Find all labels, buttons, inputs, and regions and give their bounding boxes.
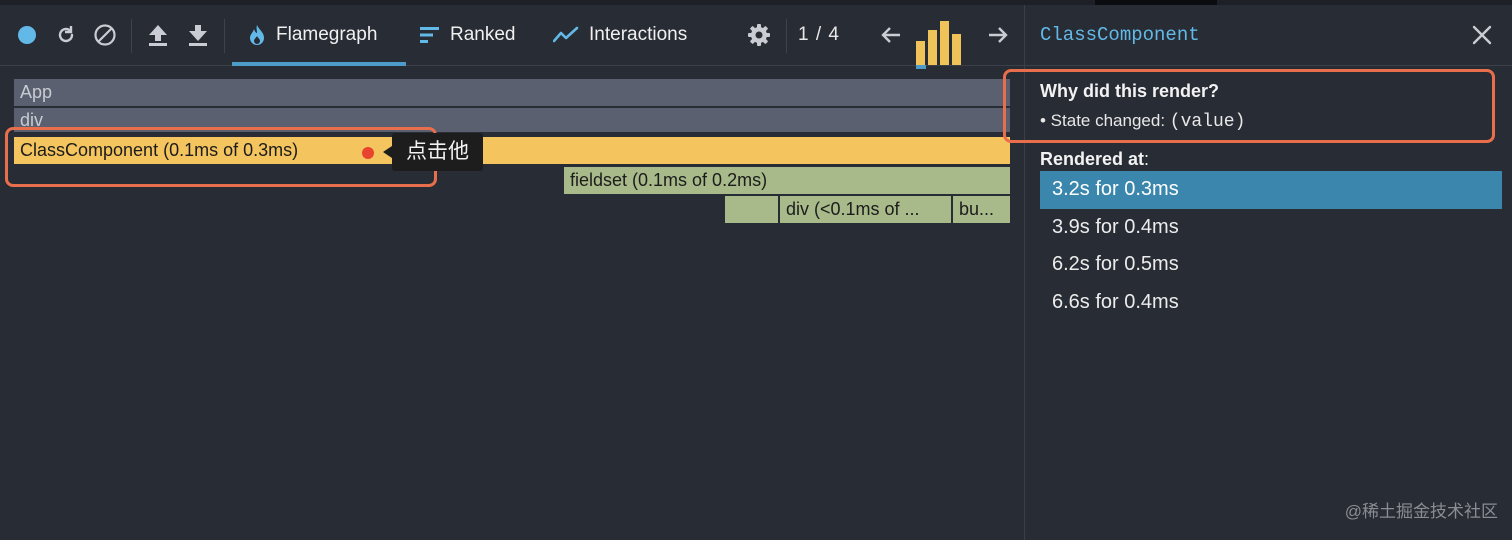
commit-bar[interactable] xyxy=(940,21,949,65)
next-commit-button[interactable] xyxy=(983,5,1013,65)
record-circle-icon xyxy=(18,26,36,44)
flame-icon xyxy=(250,25,264,45)
rendered-at-label: Rendered at: xyxy=(1040,149,1149,170)
clear-button[interactable] xyxy=(90,5,120,65)
profiler-toolbar: Flamegraph Ranked Interactions 1 / 4 xyxy=(0,5,1024,69)
render-item[interactable]: 3.9s for 0.4ms xyxy=(1040,209,1502,247)
record-button[interactable] xyxy=(12,5,42,65)
upload-icon xyxy=(149,25,167,46)
watermark: @稀土掘金技术社区 xyxy=(1344,502,1498,521)
render-item[interactable]: 6.6s for 0.4ms xyxy=(1040,284,1502,322)
click-marker xyxy=(362,147,374,159)
state-changed-label: • State changed: xyxy=(1040,111,1166,130)
flamegraph-chart: App div ClassComponent (0.1ms of 0.3ms) … xyxy=(0,65,1024,540)
arrow-right-icon xyxy=(989,27,1008,43)
tab-interactions[interactable]: Interactions xyxy=(553,5,687,65)
ranked-icon xyxy=(420,27,439,43)
download-icon xyxy=(189,25,207,46)
commit-snapshot-chart[interactable] xyxy=(914,13,966,69)
flame-node-inner-div[interactable]: div (<0.1ms of ... xyxy=(780,196,951,223)
state-changed-value: (value) xyxy=(1169,112,1246,132)
component-details-pane: ClassComponent Why did this render? • St… xyxy=(1003,5,1512,540)
reload-icon xyxy=(58,26,74,43)
why-render-reason: • State changed: (value) xyxy=(1040,111,1245,132)
commit-bar[interactable] xyxy=(952,34,961,65)
settings-button[interactable] xyxy=(744,5,774,65)
reload-button[interactable] xyxy=(51,5,81,65)
flame-node-button[interactable]: bu... xyxy=(953,196,1010,223)
render-item[interactable]: 6.2s for 0.5ms xyxy=(1040,246,1502,284)
details-header: ClassComponent xyxy=(1025,5,1512,66)
tab-ranked[interactable]: Ranked xyxy=(420,5,516,65)
selected-component-title: ClassComponent xyxy=(1040,24,1200,46)
save-profile-button[interactable] xyxy=(183,5,213,65)
rendered-at-colon: : xyxy=(1144,149,1150,169)
render-list: 3.2s for 0.3ms 3.9s for 0.4ms 6.2s for 0… xyxy=(1040,171,1502,321)
render-item[interactable]: 3.2s for 0.3ms xyxy=(1040,171,1502,209)
click-hint-tooltip: 点击他 xyxy=(383,133,483,171)
commit-bar[interactable] xyxy=(928,30,937,65)
interactions-icon xyxy=(553,26,579,43)
tab-ranked-label: Ranked xyxy=(450,24,516,45)
clear-icon xyxy=(94,24,116,46)
gear-icon xyxy=(748,24,770,46)
flame-node-fieldset[interactable]: fieldset (0.1ms of 0.2ms) xyxy=(564,167,1010,194)
tab-flamegraph[interactable]: Flamegraph xyxy=(232,5,406,66)
commit-counter: 1 / 4 xyxy=(798,24,840,45)
flame-node-unnamed[interactable] xyxy=(725,196,778,223)
load-profile-button[interactable] xyxy=(143,5,173,65)
tab-interactions-label: Interactions xyxy=(589,24,688,45)
profiler-left-pane: Flamegraph Ranked Interactions 1 / 4 App… xyxy=(0,5,1024,540)
rendered-at-text: Rendered at xyxy=(1040,149,1145,169)
flame-node-app[interactable]: App xyxy=(14,79,1010,106)
commit-bar[interactable] xyxy=(916,41,925,65)
arrow-left-icon xyxy=(881,27,900,43)
why-render-title: Why did this render? xyxy=(1040,81,1220,101)
close-icon xyxy=(1472,25,1492,45)
tab-flamegraph-label: Flamegraph xyxy=(276,24,378,45)
previous-commit-button[interactable] xyxy=(876,5,906,65)
close-button[interactable] xyxy=(1469,22,1495,48)
